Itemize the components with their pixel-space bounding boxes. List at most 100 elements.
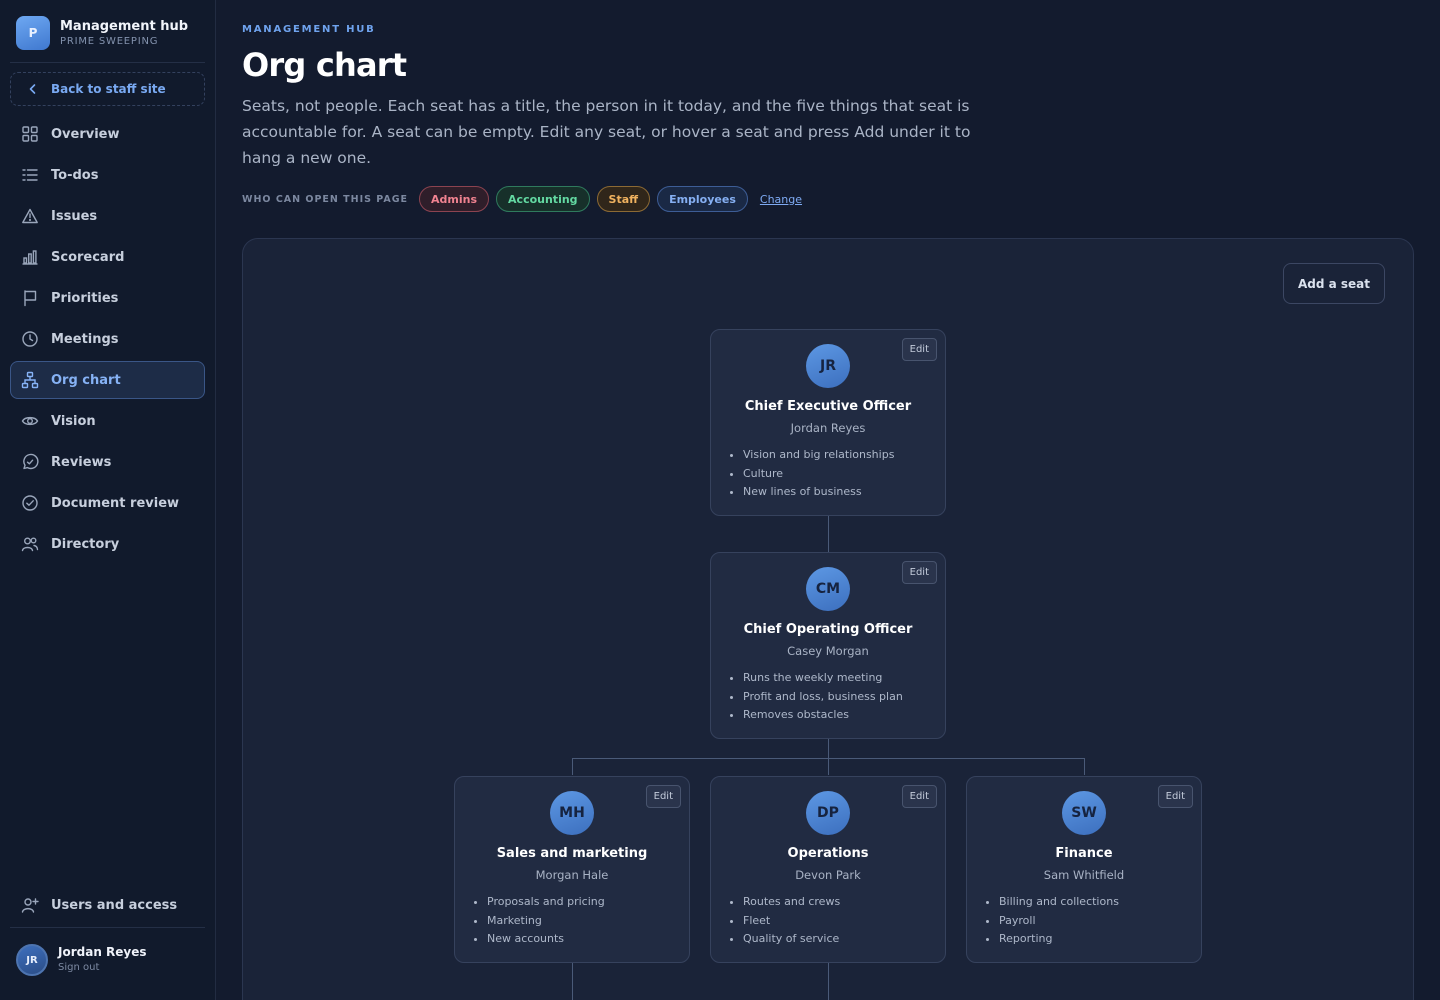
duty-item: Runs the weekly meeting (743, 669, 939, 688)
brand[interactable]: P Management hub PRIME SWEEPING (16, 16, 188, 50)
sidebar-item-issues[interactable]: Issues (10, 197, 205, 235)
sign-out-link[interactable]: Sign out (58, 960, 147, 976)
seat-card-finance[interactable]: Edit SW Finance Sam Whitfield Billing an… (966, 776, 1202, 963)
sidebar-item-label: Directory (51, 536, 120, 552)
seat-card-operations[interactable]: Edit DP Operations Devon Park Routes and… (710, 776, 946, 963)
connector-line (828, 963, 829, 1000)
seat-duties: Billing and collections Payroll Reportin… (999, 893, 1195, 949)
seat-duties: Vision and big relationships Culture New… (743, 446, 939, 502)
duty-item: Vision and big relationships (743, 446, 939, 465)
brand-title: Management hub (60, 18, 189, 34)
avatar: SW (1062, 791, 1106, 835)
avatar: CM (806, 567, 850, 611)
sidebar-item-label: Issues (51, 208, 98, 224)
seat-card-coo[interactable]: Edit CM Chief Operating Officer Casey Mo… (710, 552, 946, 739)
duty-item: Culture (743, 465, 939, 484)
sidebar-item-label: Document review (51, 495, 180, 511)
org-chart-canvas: Add a seat Edit JR Chief Executive Offic… (242, 238, 1414, 1000)
duty-item: Removes obstacles (743, 706, 939, 725)
access-label: WHO CAN OPEN THIS PAGE (242, 193, 409, 205)
duty-item: Quality of service (743, 930, 939, 949)
role-chip-admins: Admins (419, 186, 490, 212)
connector-line (572, 963, 573, 1000)
duty-item: Profit and loss, business plan (743, 688, 939, 707)
duty-item: Payroll (999, 912, 1195, 931)
sidebar-item-label: Overview (51, 126, 120, 142)
access-row: WHO CAN OPEN THIS PAGE Admins Accounting… (242, 186, 802, 212)
seat-person: Devon Park (795, 868, 861, 882)
sidebar-item-document-review[interactable]: Document review (10, 484, 205, 522)
duty-item: Marketing (487, 912, 683, 931)
page-description: Seats, not people. Each seat has a title… (242, 97, 971, 167)
seat-title: Chief Operating Officer (743, 622, 913, 637)
sidebar-item-vision[interactable]: Vision (10, 402, 205, 440)
connector-line (1084, 758, 1085, 775)
divider (10, 62, 205, 63)
back-to-staff-site-link[interactable]: Back to staff site (10, 72, 205, 106)
change-access-link[interactable]: Change (760, 193, 802, 206)
sidebar-item-priorities[interactable]: Priorities (10, 279, 205, 317)
edit-seat-button[interactable]: Edit (901, 338, 937, 361)
sidebar-item-users-and-access[interactable]: Users and access (10, 886, 205, 924)
sidebar-item-directory[interactable]: Directory (10, 525, 205, 563)
sidebar-item-label: Reviews (51, 454, 112, 470)
add-seat-button[interactable]: Add a seat (1283, 263, 1385, 304)
sidebar-item-label: Org chart (51, 372, 121, 388)
people-icon (21, 537, 39, 552)
sidebar-item-label: Meetings (51, 331, 119, 347)
connector-line (572, 758, 1085, 759)
edit-seat-button[interactable]: Edit (1157, 785, 1193, 808)
eyebrow: MANAGEMENT HUB (242, 24, 376, 35)
page-title: Org chart (242, 46, 407, 84)
seat-person: Jordan Reyes (790, 421, 866, 435)
sidebar-item-todos[interactable]: To-dos (10, 156, 205, 194)
edit-seat-button[interactable]: Edit (645, 785, 681, 808)
org-chart-icon (21, 371, 39, 389)
sidebar-item-reviews[interactable]: Reviews (10, 443, 205, 481)
duty-item: New lines of business (743, 483, 939, 502)
duty-item: Proposals and pricing (487, 893, 683, 912)
sidebar-bottom: Users and access (10, 886, 205, 927)
edit-seat-button[interactable]: Edit (901, 561, 937, 584)
duty-item: Fleet (743, 912, 939, 931)
avatar: JR (806, 344, 850, 388)
duty-item: Billing and collections (999, 893, 1195, 912)
brand-logo: P (16, 16, 50, 50)
avatar[interactable]: JR (16, 944, 48, 976)
back-link-label: Back to staff site (51, 82, 166, 96)
connector-line (572, 758, 573, 775)
connector-line (828, 739, 829, 775)
duty-item: Routes and crews (743, 893, 939, 912)
bar-chart-icon (22, 250, 38, 265)
sidebar-item-label: Scorecard (51, 249, 125, 265)
warning-triangle-icon (22, 208, 38, 224)
seat-person: Morgan Hale (535, 868, 609, 882)
brand-subtitle: PRIME SWEEPING (60, 35, 159, 47)
seat-title: Operations (787, 846, 869, 861)
connector-line (828, 516, 829, 552)
current-user: JR Jordan Reyes Sign out (16, 944, 147, 976)
sidebar-item-overview[interactable]: Overview (10, 115, 205, 153)
sidebar-item-org-chart[interactable]: Org chart (10, 361, 205, 399)
seat-card-sales-and-marketing[interactable]: Edit MH Sales and marketing Morgan Hale … (454, 776, 690, 963)
clock-icon (22, 331, 38, 347)
user-plus-icon (21, 898, 39, 913)
sidebar-item-label: Vision (51, 413, 96, 429)
sidebar-item-scorecard[interactable]: Scorecard (10, 238, 205, 276)
seat-person: Casey Morgan (787, 644, 869, 658)
chat-check-icon (23, 453, 39, 470)
seat-duties: Routes and crews Fleet Quality of servic… (743, 893, 939, 949)
edit-seat-button[interactable]: Edit (901, 785, 937, 808)
sidebar-item-label: Users and access (51, 897, 178, 913)
seat-title: Finance (1055, 846, 1113, 861)
flag-icon (24, 290, 37, 307)
seat-card-ceo[interactable]: Edit JR Chief Executive Officer Jordan R… (710, 329, 946, 516)
divider (10, 927, 205, 928)
eye-icon (21, 416, 39, 426)
sidebar-item-meetings[interactable]: Meetings (10, 320, 205, 358)
role-chip-accounting: Accounting (496, 186, 590, 212)
duty-item: Reporting (999, 930, 1195, 949)
main-content: MANAGEMENT HUB Org chart Seats, not peop… (216, 0, 1440, 1000)
check-circle-icon (22, 495, 38, 511)
seat-person: Sam Whitfield (1043, 868, 1125, 882)
